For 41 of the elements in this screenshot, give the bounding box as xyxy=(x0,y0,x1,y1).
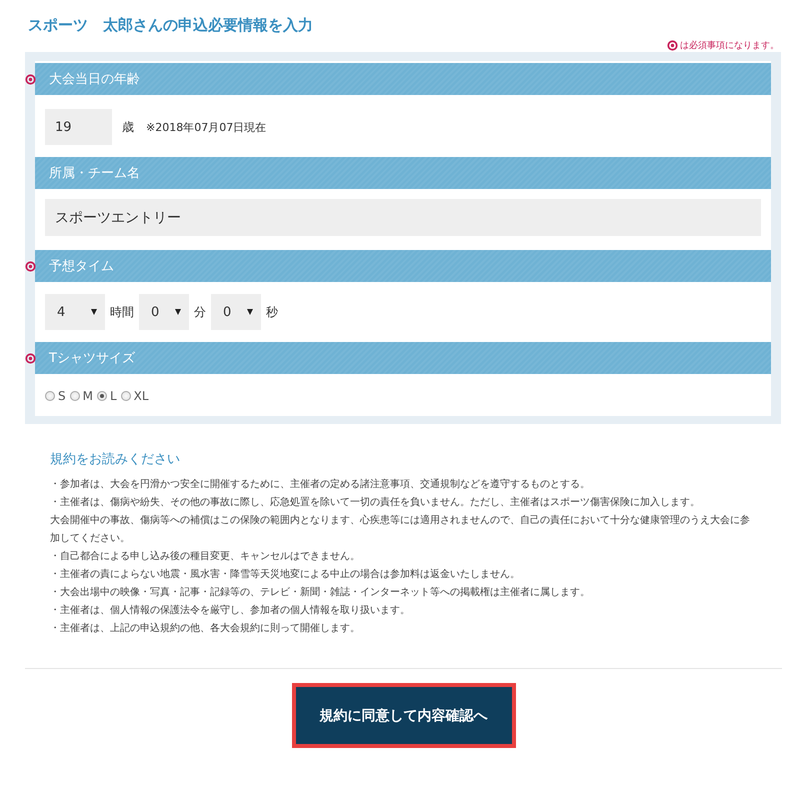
radio-label: XL xyxy=(134,389,149,403)
time-select[interactable]: 0 xyxy=(139,294,189,330)
section-title: 所属・チーム名 xyxy=(49,165,140,182)
terms-heading: 規約をお読みください xyxy=(50,451,181,468)
caret-icon xyxy=(91,309,97,315)
required-note: は必須事項になります。 xyxy=(680,40,779,52)
agree-confirm-button[interactable]: 規約に同意して内容確認へ xyxy=(292,683,516,748)
terms-paragraph: ・主催者は、傷病や紛失、その他の事故に際し、応急処置を除いて一切の責任を負いません。ただし、主催者はスポーツ傷害保険に加入します。 xyxy=(50,496,701,510)
radio-button[interactable] xyxy=(96,391,107,401)
radio-label: M xyxy=(82,389,93,403)
caret-icon xyxy=(175,309,181,315)
terms-paragraph: ・参加者は、大会を円滑かつ安全に開催するために、主催者の定める諸注意事項、交通規制などを遵守するものとする。 xyxy=(50,478,591,492)
radio-button[interactable] xyxy=(45,391,55,401)
time-select[interactable]: 0 xyxy=(211,294,261,330)
terms-paragraph: ・大会出場中の映像・写真・記事・記録等の、テレビ・新聞・雑誌・インターネット等への掲載権は主催者に属します。 xyxy=(50,586,591,600)
radio-label: L xyxy=(110,389,117,403)
unit-label: 分 xyxy=(194,304,206,320)
radio-button[interactable] xyxy=(70,391,80,401)
section-title: 予想タイム xyxy=(49,258,114,275)
section-title: Tシャツサイズ xyxy=(49,350,135,367)
terms-paragraph: 大会開催中の事故、傷病等への補償はこの保険の範囲内となります、心疾患等には適用されませんので、自己の責任において十分な健康管理のうえ大会に参加してください。 xyxy=(50,514,751,546)
caret-icon xyxy=(247,309,253,315)
radio-button[interactable] xyxy=(120,391,131,401)
age-input-field[interactable]: 19 xyxy=(45,109,112,145)
terms-paragraph: ・自己都合による申し込み後の種目変更、キャンセルはできません。 xyxy=(50,550,361,564)
radio-label: S xyxy=(58,389,66,403)
required-icon xyxy=(25,353,36,364)
team-name-input-field[interactable]: スポーツエントリー xyxy=(45,199,761,236)
date-note: ※2018年07月07日現在 xyxy=(146,120,266,134)
unit-label: 歳 xyxy=(122,118,134,136)
unit-label: 時間 xyxy=(110,304,134,320)
section-title: 大会当日の年齢 xyxy=(49,71,140,88)
required-icon xyxy=(25,74,36,85)
terms-paragraph: ・主催者の責によらない地震・風水害・降雪等天災地変による中止の場合は参加料は返金いたしません。 xyxy=(50,568,521,582)
time-select[interactable]: 4 xyxy=(45,294,105,330)
terms-paragraph: ・主催者は、上記の申込規約の他、各大会規約に則って開催します。 xyxy=(50,622,361,636)
required-icon xyxy=(25,261,36,272)
terms-paragraph: ・主催者は、個人情報の保護法令を厳守し、参加者の個人情報を取り扱います。 xyxy=(50,604,411,618)
required-icon xyxy=(667,40,678,50)
unit-label: 秒 xyxy=(266,304,278,320)
page-title: スポーツ 太郎さんの申込必要情報を入力 xyxy=(27,15,314,36)
